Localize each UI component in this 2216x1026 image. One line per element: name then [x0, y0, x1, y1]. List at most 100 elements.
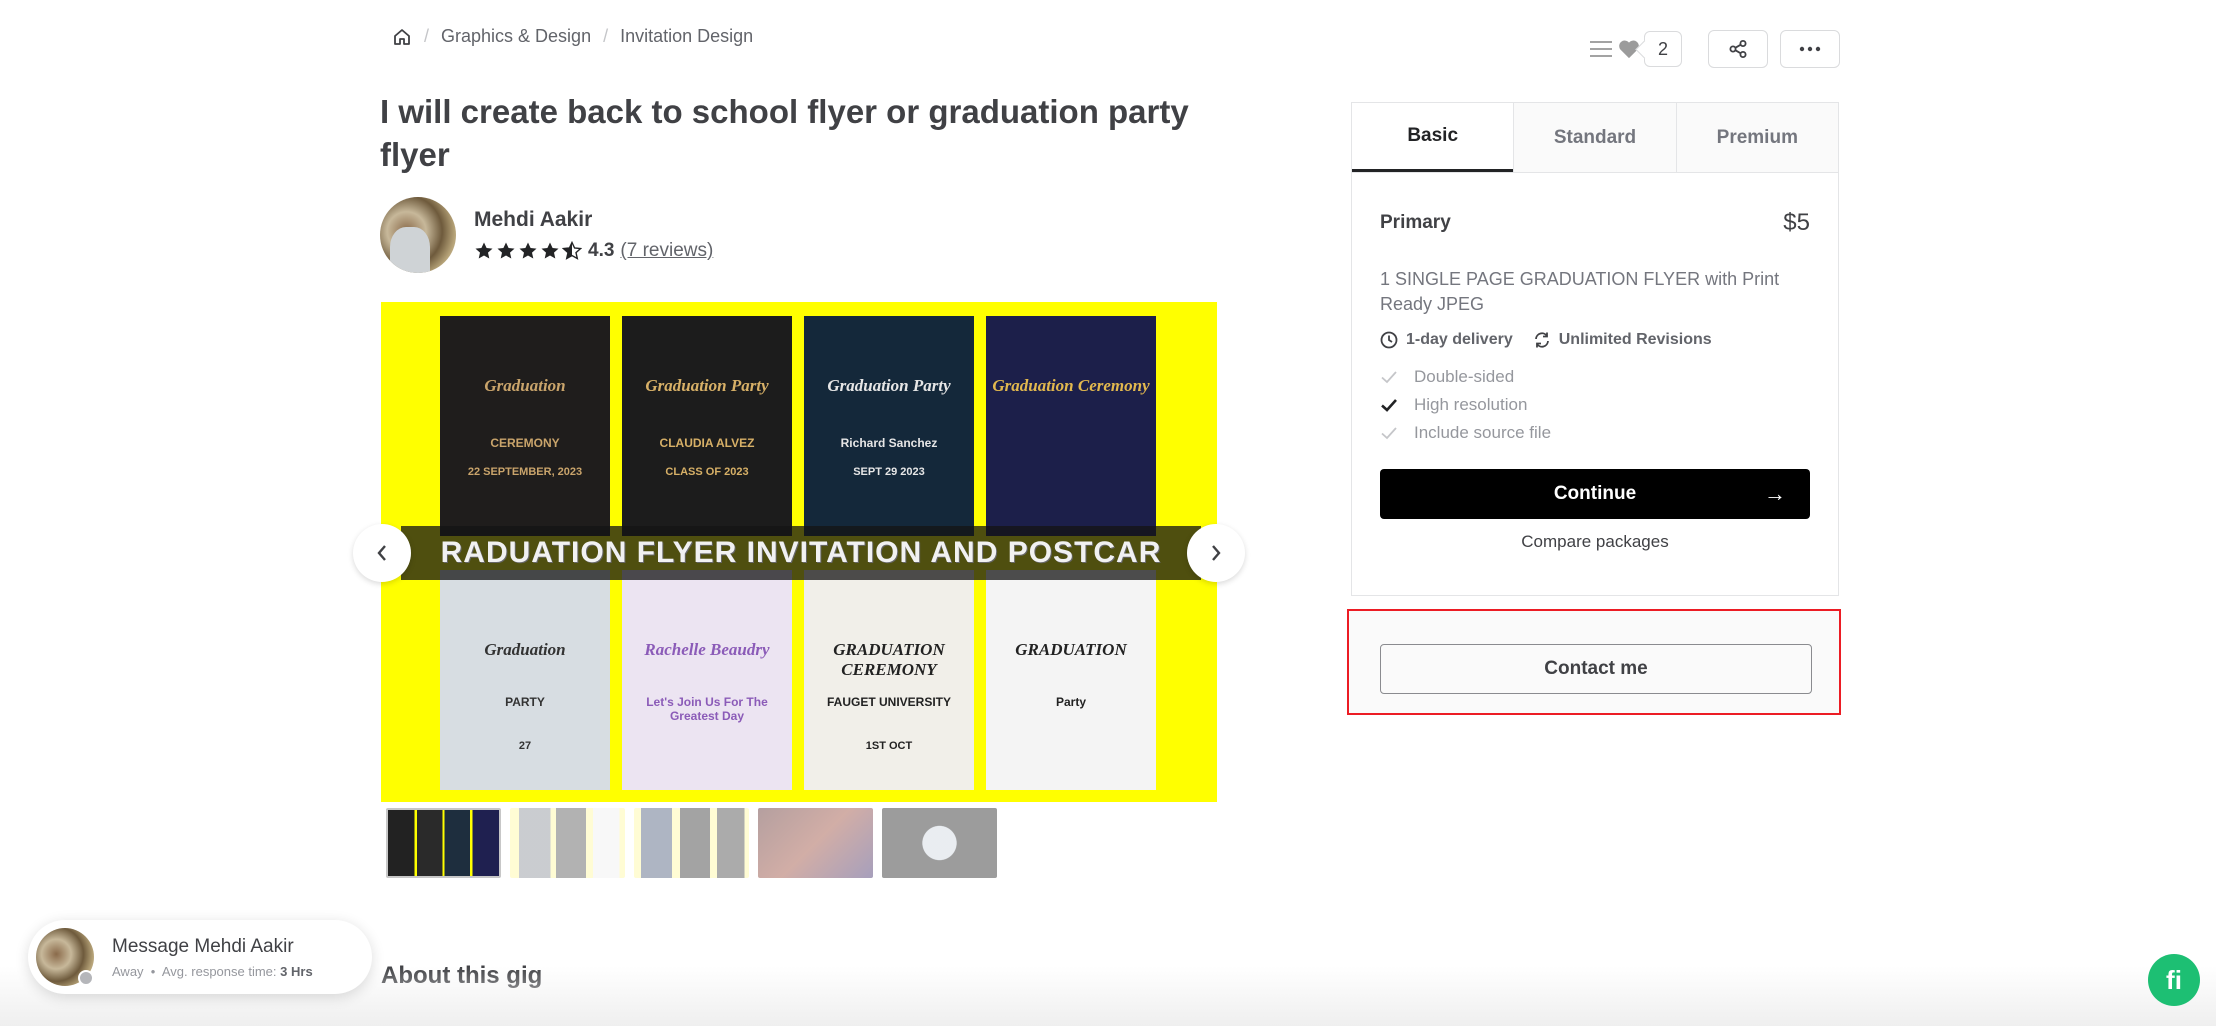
tab-premium[interactable]: Premium [1675, 103, 1838, 172]
check-icon [1381, 371, 1397, 384]
revisions-info: Unlimited Revisions [1533, 331, 1712, 349]
continue-button[interactable]: Continue → [1380, 469, 1810, 519]
breadcrumb-item-invitation-design[interactable]: Invitation Design [620, 26, 753, 47]
star-icon [541, 242, 559, 259]
gallery-thumbnails [386, 808, 997, 878]
star-icon [497, 242, 515, 259]
message-seller-bubble[interactable]: Message Mehdi Aakir Away • Avg. response… [28, 920, 372, 994]
flyer-detail: 1ST OCT [865, 740, 913, 752]
flyer-title: Graduation Party [827, 376, 951, 395]
gallery-next-button[interactable] [1187, 524, 1245, 582]
message-avatar [36, 928, 94, 986]
flyer-title: Rachelle Beaudry [644, 640, 770, 659]
contact-section: Contact me [1347, 609, 1841, 715]
flyer-card: Rachelle Beaudry Let's Join Us For The Gr… [622, 570, 792, 790]
flyer-title: Graduation [484, 640, 566, 659]
feature-item: Double-sided [1380, 363, 1810, 391]
flyer-subtitle: CEREMONY [490, 436, 560, 450]
more-icon [1799, 46, 1821, 52]
gig-gallery[interactable]: Graduation CEREMONY 22 SEPTEMBER, 2023 Grad… [353, 302, 1245, 802]
fiverr-chat-button[interactable]: fi [2148, 954, 2200, 1006]
flyer-title: Graduation Ceremony [992, 376, 1150, 395]
flyer-title: Graduation [484, 376, 566, 395]
package-description: 1 SINGLE PAGE GRADUATION FLYER with Prin… [1380, 269, 1780, 314]
feature-label: Include source file [1414, 423, 1552, 442]
flyer-title: GRADUATION [1015, 640, 1127, 659]
flyer-card: GRADUATION Party [986, 570, 1156, 790]
flyer-subtitle: PARTY [505, 695, 545, 709]
flyer-title: Graduation Party [645, 376, 769, 395]
away-status: Away [112, 963, 144, 979]
breadcrumb-separator: / [424, 26, 430, 46]
gig-page: / Graphics & Design / Invitation Design … [0, 0, 2216, 1026]
flyer-card: Graduation Party CLAUDIA ALVEZ CLASS OF 20… [622, 316, 792, 536]
package-panel: Basic Standard Premium Primary $5 1 SING… [1351, 102, 1839, 596]
flyer-card: GRADUATION CEREMONY FAUGET UNIVERSITY 1ST … [804, 570, 974, 790]
flyer-subtitle: Let's Join Us For The Greatest Day [646, 695, 768, 723]
thumbnail-4[interactable] [758, 808, 873, 878]
flyer-card: Graduation CEREMONY 22 SEPTEMBER, 2023 [440, 316, 610, 536]
delivery-text: 1-day delivery [1406, 331, 1513, 348]
delivery-info: 1-day delivery [1380, 331, 1513, 349]
message-status: Away • Avg. response time: 3 Hrs [112, 964, 313, 979]
seller-rating: 4.3 (7 reviews) [474, 240, 713, 262]
breadcrumb-separator: / [603, 26, 609, 46]
flyer-subtitle: FAUGET UNIVERSITY [826, 695, 951, 709]
chevron-right-icon [1212, 545, 1221, 561]
flyer-subtitle: Party [1055, 695, 1087, 709]
flyer-card: Graduation PARTY 27 [440, 570, 610, 790]
arrow-right-icon: → [1764, 481, 1786, 506]
share-button[interactable] [1708, 30, 1768, 68]
flyer-subtitle: Richard Sanchez [840, 436, 938, 450]
revisions-text: Unlimited Revisions [1558, 331, 1712, 348]
rating-stars [474, 241, 582, 261]
flyer-card: Graduation Party Richard Sanchez SEPT 29 2… [804, 316, 974, 536]
seller-avatar[interactable] [380, 197, 456, 273]
thumbnail-5[interactable] [882, 808, 997, 878]
gig-title: I will create back to school flyer or gr… [380, 93, 1189, 173]
breadcrumb-item-graphics-design[interactable]: Graphics & Design [441, 26, 591, 47]
feature-item: High resolution [1380, 391, 1810, 419]
tab-standard[interactable]: Standard [1513, 103, 1676, 172]
gallery-prev-button[interactable] [353, 524, 411, 582]
feature-item: Include source file [1380, 419, 1810, 447]
star-icon [475, 242, 493, 259]
compare-packages-link[interactable]: Compare packages [1380, 532, 1810, 552]
separator-dot: • [150, 963, 156, 979]
package-meta: 1-day delivery Unlimited Revisions [1380, 331, 1810, 349]
seller-overview: Mehdi Aakir 4.3 (7 reviews) [380, 197, 713, 273]
contact-me-button[interactable]: Contact me [1380, 644, 1812, 694]
tab-basic[interactable]: Basic [1352, 103, 1514, 172]
package-tabs: Basic Standard Premium [1352, 103, 1838, 173]
flyer-subtitle: CLAUDIA ALVEZ [659, 436, 755, 450]
seller-name[interactable]: Mehdi Aakir [474, 208, 713, 232]
list-icon[interactable] [1590, 39, 1612, 59]
flyer-detail: SEPT 29 2023 [853, 466, 925, 478]
chevron-left-icon [377, 545, 386, 561]
rating-value: 4.3 [588, 240, 615, 261]
refresh-icon [1534, 332, 1549, 348]
package-name: Primary [1380, 212, 1451, 233]
flyer-detail: 27 [518, 740, 532, 752]
check-icon [1381, 427, 1397, 440]
thumbnail-3[interactable] [634, 808, 749, 878]
response-time-value: 3 Hrs [280, 963, 313, 979]
clock-icon [1380, 331, 1398, 349]
more-options-button[interactable] [1780, 30, 1840, 68]
thumbnail-2[interactable] [510, 808, 625, 878]
home-icon[interactable] [392, 27, 412, 47]
share-icon [1729, 40, 1747, 58]
thumbnail-1[interactable] [386, 808, 501, 878]
flyer-detail: CLASS OF 2023 [665, 466, 749, 478]
star-icon [519, 242, 537, 259]
flyer-card: Graduation Ceremony [986, 316, 1156, 536]
breadcrumb: / Graphics & Design / Invitation Design [392, 26, 753, 47]
top-actions: 2 [1590, 30, 1840, 68]
package-price: $5 [1783, 209, 1810, 236]
check-icon [1381, 399, 1397, 412]
feature-label: High resolution [1414, 395, 1528, 414]
reviews-link[interactable]: (7 reviews) [620, 240, 713, 262]
status-dot [78, 970, 94, 986]
feature-label: Double-sided [1414, 367, 1515, 386]
flyer-title: GRADUATION CEREMONY [833, 640, 945, 679]
